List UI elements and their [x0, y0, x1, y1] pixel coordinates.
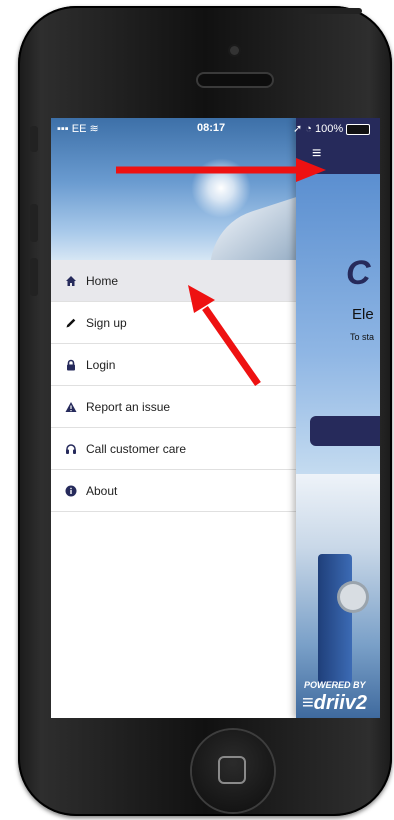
pencil-icon — [65, 317, 77, 329]
volume-up-button — [30, 204, 38, 242]
drawer-menu: Home Sign up Login Report an issue Call … — [51, 260, 296, 512]
home-icon — [65, 275, 77, 287]
menu-item-report-issue[interactable]: Report an issue — [51, 386, 296, 428]
menu-item-home[interactable]: Home — [51, 260, 296, 302]
battery-icon — [346, 123, 371, 135]
sun-glare — [191, 158, 251, 218]
menu-item-label: Sign up — [86, 315, 127, 330]
menu-item-label: Call customer care — [86, 441, 187, 456]
charger-plug-image — [340, 584, 366, 610]
main-page-peek[interactable]: ≡ C Ele To sta POWERED BY ≡driiv2 — [296, 118, 380, 718]
status-time: 08:17 — [197, 122, 226, 134]
menu-item-login[interactable]: Login — [51, 344, 296, 386]
mute-switch — [30, 126, 38, 152]
navigation-drawer: Home Sign up Login Report an issue Call … — [51, 118, 296, 718]
charging-station-image — [318, 554, 352, 684]
menu-item-sign-up[interactable]: Sign up — [51, 302, 296, 344]
menu-item-label: Home — [86, 273, 119, 288]
earpiece-speaker — [198, 74, 272, 86]
powered-by-label: POWERED BY — [304, 680, 366, 690]
menu-item-call-customer-care[interactable]: Call customer care — [51, 428, 296, 470]
home-button[interactable] — [192, 730, 274, 812]
headset-icon — [65, 443, 77, 455]
brand-logo: ≡driiv2 — [302, 692, 368, 714]
carrier-label: ▪▪▪ EE ≋ — [57, 123, 99, 135]
home-button-square-icon — [218, 756, 246, 784]
menu-item-label: Login — [86, 357, 116, 372]
status-bar: ▪▪▪ EE ≋ 08:17 ➚ ◔ 100% — [51, 118, 380, 138]
power-button — [302, 8, 362, 14]
hero-logo: C — [346, 254, 371, 292]
warning-icon — [65, 401, 77, 413]
menu-item-label: Report an issue — [86, 399, 171, 414]
app-screen: Home Sign up Login Report an issue Call … — [51, 118, 380, 718]
volume-down-button — [30, 258, 38, 296]
menu-item-about[interactable]: About — [51, 470, 296, 512]
primary-action-button[interactable] — [310, 416, 380, 446]
hero-title: Ele — [352, 306, 374, 323]
menu-item-label: About — [86, 483, 118, 498]
hero-subtitle: To sta — [350, 332, 375, 342]
battery-indicator: ➚ ◔ 100% — [293, 122, 371, 135]
drawer-header-image — [51, 118, 296, 260]
info-icon — [65, 485, 77, 497]
lock-icon — [65, 359, 77, 371]
front-camera — [230, 46, 239, 55]
hamburger-menu-icon[interactable]: ≡ — [312, 146, 321, 162]
